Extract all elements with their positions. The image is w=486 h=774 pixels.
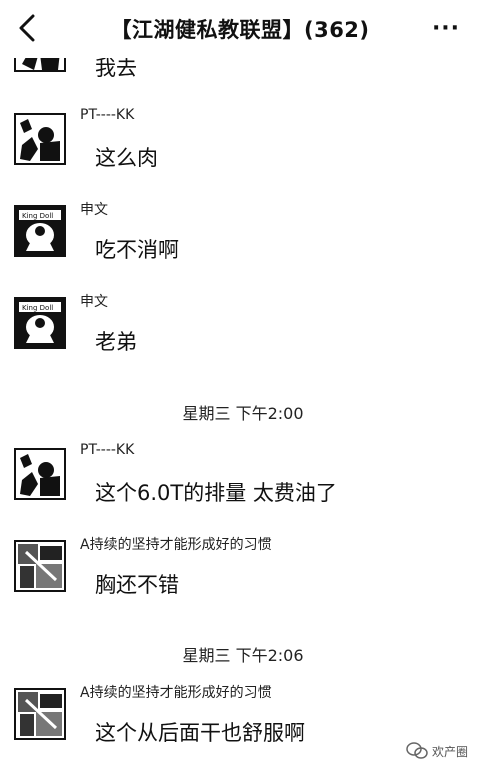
message-text: 胸还不错 bbox=[95, 573, 179, 597]
message-text: 吃不消啊 bbox=[95, 238, 179, 262]
message-text: 这个6.0T的排量 太费油了 bbox=[95, 481, 337, 505]
sender-name: 申文 bbox=[80, 202, 108, 218]
message-text: 老弟 bbox=[95, 330, 137, 354]
photo-avatar bbox=[16, 542, 64, 590]
sender-name: PT----KK bbox=[80, 107, 135, 123]
timestamp: 星期三 下午2:06 bbox=[182, 646, 304, 665]
avatar[interactable] bbox=[14, 688, 66, 740]
wechat-icon bbox=[406, 742, 428, 759]
back-button[interactable] bbox=[12, 10, 42, 46]
sender-name: A持续的坚持才能形成好的习惯 bbox=[80, 685, 272, 701]
more-button[interactable]: ··· bbox=[426, 14, 466, 44]
chevron-left-icon bbox=[19, 14, 35, 42]
message-text: 这个从后面干也舒服啊 bbox=[95, 721, 305, 745]
avatar[interactable] bbox=[14, 540, 66, 592]
pt-kk-avatar bbox=[16, 450, 64, 498]
photo-avatar bbox=[16, 690, 64, 738]
chat-header: 【江湖健私教联盟】(362) ··· bbox=[0, 0, 486, 58]
avatar[interactable]: King Doll bbox=[14, 297, 66, 349]
avatar[interactable] bbox=[14, 448, 66, 500]
message-text: 这么肉 bbox=[95, 146, 158, 170]
chat-title: 【江湖健私教联盟】(362) bbox=[110, 18, 370, 42]
svg-text:King Doll: King Doll bbox=[22, 304, 53, 312]
sender-name: 申文 bbox=[80, 294, 108, 310]
shenwen-avatar: King Doll bbox=[16, 299, 64, 347]
sender-name: A持续的坚持才能形成好的习惯 bbox=[80, 537, 272, 553]
svg-text:King Doll: King Doll bbox=[22, 212, 53, 220]
sender-name: PT----KK bbox=[80, 442, 135, 458]
avatar[interactable]: King Doll bbox=[14, 205, 66, 257]
shenwen-avatar: King Doll bbox=[16, 207, 64, 255]
timestamp: 星期三 下午2:00 bbox=[182, 404, 304, 423]
avatar[interactable] bbox=[14, 113, 66, 165]
watermark: 欢产圈 bbox=[406, 742, 468, 760]
pt-kk-avatar bbox=[16, 115, 64, 163]
watermark-text: 欢产圈 bbox=[431, 744, 468, 759]
